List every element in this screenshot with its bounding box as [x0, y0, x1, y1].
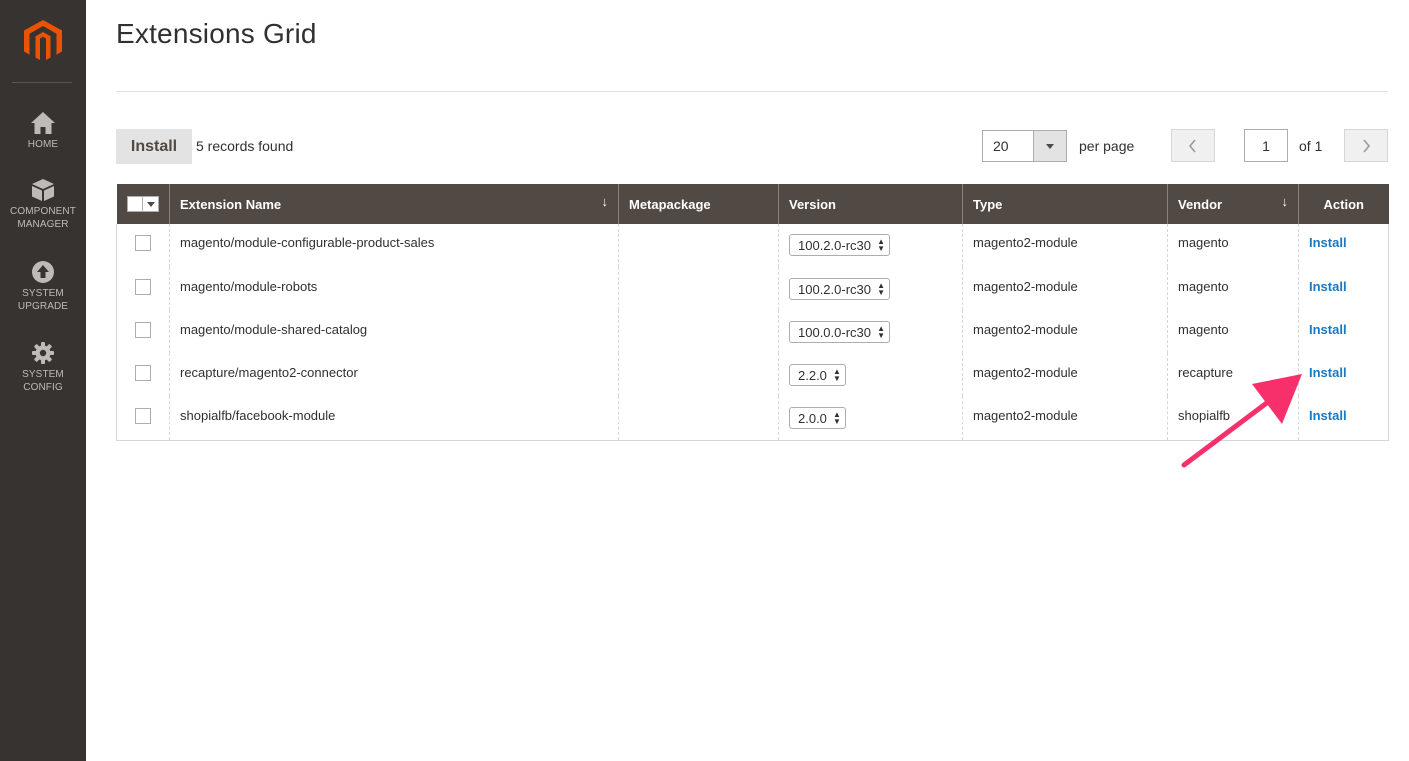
- chevron-down-icon: [1046, 144, 1054, 149]
- vendor: shopialfb: [1167, 396, 1299, 441]
- select-arrows-icon: ▲ ▼: [833, 367, 841, 383]
- extension-type: magento2-module: [962, 310, 1168, 353]
- sidebar-divider: [12, 82, 72, 83]
- column-header-action: Action: [1298, 184, 1389, 224]
- vendor: recapture: [1167, 353, 1299, 396]
- metapackage: [618, 310, 779, 353]
- column-header-type[interactable]: Type: [962, 184, 1168, 224]
- row-checkbox[interactable]: [135, 279, 151, 295]
- next-page-button[interactable]: [1344, 129, 1388, 162]
- row-checkbox[interactable]: [135, 235, 151, 251]
- vendor: magento: [1167, 267, 1299, 310]
- metapackage: [618, 224, 779, 267]
- cube-icon: [32, 179, 54, 201]
- home-icon: [31, 112, 55, 134]
- extension-name: shopialfb/facebook-module: [169, 396, 619, 441]
- chevron-right-icon: [1363, 139, 1371, 153]
- sidebar-item-label: HOME: [27, 139, 59, 150]
- vendor: magento: [1167, 224, 1299, 267]
- metapackage: [618, 396, 779, 441]
- sidebar-item-label: SYSTEM CONFIG: [22, 369, 64, 393]
- table-row: magento/module-configurable-product-sale…: [116, 224, 1389, 267]
- row-checkbox[interactable]: [135, 408, 151, 424]
- sidebar: HOME COMPONENT MANAGER SYSTEM UPGRADE SY…: [0, 0, 86, 761]
- sidebar-item-label: COMPONENT MANAGER: [10, 206, 76, 230]
- version-select[interactable]: 2.2.0 ▲ ▼: [789, 364, 846, 386]
- per-page-label: per page: [1079, 138, 1135, 154]
- extension-name: magento/module-configurable-product-sale…: [169, 224, 619, 267]
- sidebar-item-label: SYSTEM UPGRADE: [17, 288, 69, 312]
- install-link[interactable]: Install: [1309, 235, 1347, 250]
- page-number-input[interactable]: [1244, 129, 1288, 162]
- install-link[interactable]: Install: [1309, 322, 1347, 337]
- previous-page-button[interactable]: [1171, 129, 1215, 162]
- chevron-left-icon: [1188, 139, 1196, 153]
- select-arrows-icon: ▲ ▼: [877, 281, 885, 297]
- sidebar-item-system-upgrade[interactable]: SYSTEM UPGRADE: [0, 260, 86, 313]
- table-row: shopialfb/facebook-module 2.0.0 ▲ ▼ magent…: [116, 396, 1389, 441]
- install-button[interactable]: Install: [116, 129, 192, 164]
- extension-type: magento2-module: [962, 353, 1168, 396]
- version-select[interactable]: 100.2.0-rc30 ▲ ▼: [789, 278, 890, 300]
- mass-select-dropdown[interactable]: [126, 196, 159, 213]
- per-page-toggle[interactable]: [1033, 131, 1066, 161]
- sidebar-item-component-manager[interactable]: COMPONENT MANAGER: [0, 178, 86, 231]
- mass-select-header: [116, 184, 170, 224]
- total-pages-label: of 1: [1299, 138, 1323, 154]
- extension-name: magento/module-shared-catalog: [169, 310, 619, 353]
- metapackage: [618, 353, 779, 396]
- per-page-value: 20: [993, 138, 1009, 154]
- vendor: magento: [1167, 310, 1299, 353]
- install-link[interactable]: Install: [1309, 365, 1347, 380]
- records-count: 5 records found: [196, 138, 294, 154]
- select-arrows-icon: ▲ ▼: [833, 410, 841, 426]
- version-select[interactable]: 100.0.0-rc30 ▲ ▼: [789, 321, 890, 343]
- extension-type: magento2-module: [962, 224, 1168, 267]
- version-select[interactable]: 2.0.0 ▲ ▼: [789, 407, 846, 429]
- column-header-extension-name[interactable]: Extension Name ↓: [169, 184, 619, 224]
- install-link[interactable]: Install: [1309, 408, 1347, 423]
- gear-icon: [32, 342, 54, 364]
- column-header-version[interactable]: Version: [778, 184, 963, 224]
- title-divider: [116, 91, 1388, 92]
- extension-name: magento/module-robots: [169, 267, 619, 310]
- per-page-select[interactable]: 20: [982, 130, 1067, 162]
- metapackage: [618, 267, 779, 310]
- extensions-table: Extension Name ↓ Metapackage Version Typ…: [116, 184, 1389, 441]
- sidebar-item-system-config[interactable]: SYSTEM CONFIG: [0, 341, 86, 394]
- extension-name: recapture/magento2-connector: [169, 353, 619, 396]
- select-arrows-icon: ▲ ▼: [877, 237, 885, 253]
- row-checkbox[interactable]: [135, 322, 151, 338]
- column-header-metapackage[interactable]: Metapackage: [618, 184, 779, 224]
- table-row: magento/module-shared-catalog 100.0.0-rc…: [116, 310, 1389, 353]
- table-row: magento/module-robots 100.2.0-rc30 ▲ ▼ mag…: [116, 267, 1389, 310]
- extension-type: magento2-module: [962, 396, 1168, 441]
- install-link[interactable]: Install: [1309, 279, 1347, 294]
- row-checkbox[interactable]: [135, 365, 151, 381]
- column-header-vendor[interactable]: Vendor ↓: [1167, 184, 1299, 224]
- page-title: Extensions Grid: [116, 18, 317, 49]
- chevron-down-icon: [146, 202, 155, 208]
- upload-icon: [32, 261, 54, 283]
- sidebar-item-home[interactable]: HOME: [0, 111, 86, 151]
- extension-type: magento2-module: [962, 267, 1168, 310]
- sort-arrow-icon: ↓: [1281, 194, 1289, 209]
- table-header-row: Extension Name ↓ Metapackage Version Typ…: [116, 184, 1389, 224]
- sort-arrow-icon: ↓: [601, 194, 609, 209]
- table-row: recapture/magento2-connector 2.2.0 ▲ ▼ mag…: [116, 353, 1389, 396]
- magento-logo-icon[interactable]: [24, 20, 62, 62]
- version-select[interactable]: 100.2.0-rc30 ▲ ▼: [789, 234, 890, 256]
- select-arrows-icon: ▲ ▼: [877, 324, 885, 340]
